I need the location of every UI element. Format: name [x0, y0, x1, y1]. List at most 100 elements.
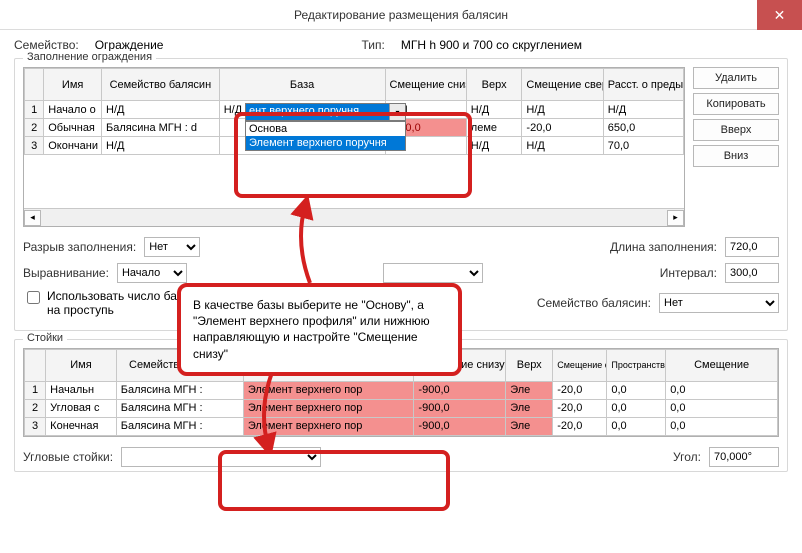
cell-topoff[interactable]: -20,0 — [553, 399, 607, 417]
cell-base[interactable]: Элемент верхнего пор — [243, 417, 414, 435]
cell-name[interactable]: Угловая с — [46, 399, 117, 417]
cell-family[interactable]: Балясина МГН : — [116, 399, 243, 417]
posts-legend: Стойки — [23, 332, 67, 344]
dropdown-item[interactable]: Элемент верхнего поручня — [246, 136, 405, 150]
cell-family[interactable]: Н/Д — [102, 101, 220, 119]
table-row[interactable]: 3КонечнаяБалясина МГН :Элемент верхнего … — [25, 417, 778, 435]
window-title: Редактирование размещения балясин — [294, 8, 508, 22]
dropdown-item[interactable]: Основа — [246, 122, 405, 136]
col-topoff: Смещение сверху — [522, 69, 603, 101]
extra-select[interactable] — [383, 263, 483, 283]
col-rownum — [25, 349, 46, 381]
cell-name[interactable]: Начало о — [44, 101, 102, 119]
family-label: Семейство: — [14, 38, 79, 52]
rownum: 1 — [25, 381, 46, 399]
bal-family-label: Семейство балясин: — [537, 296, 651, 310]
cell-name[interactable]: Начальн — [46, 381, 117, 399]
cell-top[interactable]: Эле — [506, 417, 553, 435]
fill-grid[interactable]: Имя Семейство балясин База Смещение сниз… — [23, 67, 685, 227]
interval-input[interactable] — [725, 263, 779, 283]
col-rownum — [25, 69, 44, 101]
type-value: МГН h 900 и 700 со скруглением — [401, 38, 582, 52]
cell-family[interactable]: Балясина МГН : — [116, 417, 243, 435]
type-label: Тип: — [361, 38, 384, 52]
cell-space[interactable]: 0,0 — [607, 399, 666, 417]
cell-space[interactable]: 0,0 — [607, 381, 666, 399]
table-row[interactable]: 1НачальнБалясина МГН :Элемент верхнего п… — [25, 381, 778, 399]
cell-off[interactable]: 0,0 — [666, 417, 778, 435]
fill-len-input[interactable] — [725, 237, 779, 257]
cell-name[interactable]: Окончани — [44, 137, 102, 155]
use-count-checkbox[interactable] — [27, 291, 40, 304]
cell-top[interactable]: Эле — [506, 381, 553, 399]
cell-bot[interactable]: -900,0 — [414, 417, 506, 435]
angle-label: Угол: — [673, 450, 701, 464]
rownum: 2 — [25, 399, 46, 417]
cell-topoff[interactable]: -20,0 — [553, 381, 607, 399]
cell-topoff[interactable]: Н/Д — [522, 137, 603, 155]
break-label: Разрыв заполнения: — [23, 240, 136, 254]
align-select[interactable]: Начало — [117, 263, 187, 283]
align-label: Выравнивание: — [23, 266, 109, 280]
cell-dist[interactable]: Н/Д — [603, 101, 683, 119]
corner-select[interactable] — [121, 447, 321, 467]
interval-label: Интервал: — [660, 266, 717, 280]
fill-legend: Заполнение ограждения — [23, 51, 156, 63]
cell-topoff[interactable]: -20,0 — [522, 119, 603, 137]
table-row[interactable]: 2Угловая сБалясина МГН :Элемент верхнего… — [25, 399, 778, 417]
col-name: Имя — [44, 69, 102, 101]
cell-space[interactable]: 0,0 — [607, 417, 666, 435]
col-bot: Смещение снизу — [385, 69, 466, 101]
copy-button[interactable]: Копировать — [693, 93, 779, 115]
dropdown-button[interactable]: ▾ — [389, 104, 405, 120]
family-value: Ограждение — [95, 38, 164, 52]
down-button[interactable]: Вниз — [693, 145, 779, 167]
bal-family-select[interactable]: Нет — [659, 293, 779, 313]
cell-top[interactable]: Эле — [506, 399, 553, 417]
col-off: Смещение — [666, 349, 778, 381]
col-dist: Расст. о предыдущ — [603, 69, 683, 101]
cell-topoff[interactable]: -20,0 — [553, 417, 607, 435]
cell-name[interactable]: Обычная — [44, 119, 102, 137]
chevron-down-icon: ▾ — [395, 108, 399, 117]
use-count-check[interactable]: Использовать число бал на проступь — [23, 289, 184, 318]
cell-base[interactable]: Элемент верхнего пор — [243, 381, 414, 399]
rownum: 3 — [25, 417, 46, 435]
fill-len-label: Длина заполнения: — [610, 240, 717, 254]
cell-bot[interactable]: -900,0 — [414, 381, 506, 399]
cell-topoff[interactable]: Н/Д — [522, 101, 603, 119]
scroll-right-button[interactable]: ▸ — [667, 210, 684, 226]
corner-label: Угловые стойки: — [23, 450, 113, 464]
cell-name[interactable]: Конечная — [46, 417, 117, 435]
cell-family[interactable]: Балясина МГН : — [116, 381, 243, 399]
dropdown-selected[interactable]: ент верхнего поручня — [246, 104, 389, 120]
delete-button[interactable]: Удалить — [693, 67, 779, 89]
angle-input[interactable] — [709, 447, 779, 467]
cell-off[interactable]: 0,0 — [666, 381, 778, 399]
col-space: Пространство — [607, 349, 666, 381]
up-button[interactable]: Вверх — [693, 119, 779, 141]
cell-bot[interactable]: -900,0 — [414, 399, 506, 417]
dropdown-list: Основа Элемент верхнего поручня — [245, 121, 406, 151]
cell-family[interactable]: Н/Д — [102, 137, 220, 155]
col-top: Верх — [506, 349, 553, 381]
close-icon: ✕ — [774, 7, 786, 24]
cell-top[interactable]: Н/Д — [466, 137, 522, 155]
use-count-label: Использовать число бал на проступь — [47, 289, 184, 318]
fill-header-row: Имя Семейство балясин База Смещение сниз… — [25, 69, 684, 101]
cell-top[interactable]: Н/Д — [466, 101, 522, 119]
break-select[interactable]: Нет — [144, 237, 200, 257]
scroll-left-button[interactable]: ◂ — [24, 210, 41, 226]
base-dropdown[interactable]: ент верхнего поручня ▾ Основа Элемент ве… — [245, 103, 406, 151]
cell-base[interactable]: Элемент верхнего пор — [243, 399, 414, 417]
col-name: Имя — [46, 349, 117, 381]
cell-dist[interactable]: 70,0 — [603, 137, 683, 155]
cell-off[interactable]: 0,0 — [666, 399, 778, 417]
cell-family[interactable]: Балясина МГН : d — [102, 119, 220, 137]
cell-dist[interactable]: 650,0 — [603, 119, 683, 137]
col-topoff: Смещение сверх — [553, 349, 607, 381]
annotation-text: В качестве базы выберите не "Основу", а … — [193, 298, 430, 361]
close-button[interactable]: ✕ — [757, 0, 802, 30]
cell-top[interactable]: леме — [466, 119, 522, 137]
rownum: 3 — [25, 137, 44, 155]
